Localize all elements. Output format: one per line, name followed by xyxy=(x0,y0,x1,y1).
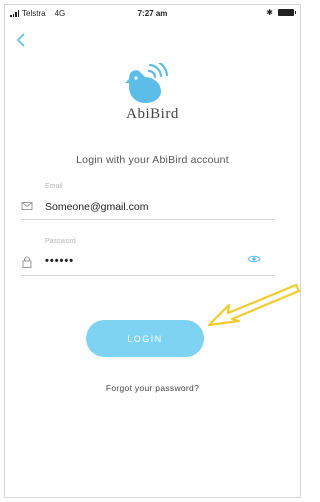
password-field[interactable]: •••••• xyxy=(45,255,74,267)
phone-screen: Telstra 4G 7:27 am ✱ AbiBird Login with … xyxy=(4,4,301,498)
back-button[interactable] xyxy=(14,31,28,49)
email-underline xyxy=(21,219,275,220)
password-label: Password xyxy=(45,238,76,245)
email-label: Email xyxy=(45,183,63,190)
brand-name: AbiBird xyxy=(126,106,179,122)
status-right: ✱ xyxy=(266,8,296,17)
abibird-logo-icon xyxy=(125,63,169,103)
email-field[interactable]: Someone@gmail.com xyxy=(45,201,148,213)
lock-icon xyxy=(22,256,32,268)
bluetooth-icon: ✱ xyxy=(266,8,273,17)
battery-icon xyxy=(278,9,296,16)
status-bar: Telstra 4G 7:27 am ✱ xyxy=(5,5,300,23)
chevron-left-icon xyxy=(17,33,25,47)
forgot-password-link[interactable]: Forgot your password? xyxy=(5,383,300,393)
envelope-icon xyxy=(21,202,33,210)
password-underline xyxy=(21,275,275,276)
annotation-arrow-icon xyxy=(207,283,300,327)
eye-icon[interactable] xyxy=(247,254,261,264)
status-time: 7:27 am xyxy=(137,9,168,18)
login-button[interactable]: LOGIN xyxy=(86,320,204,357)
login-subtitle: Login with your AbiBird account xyxy=(76,154,229,166)
